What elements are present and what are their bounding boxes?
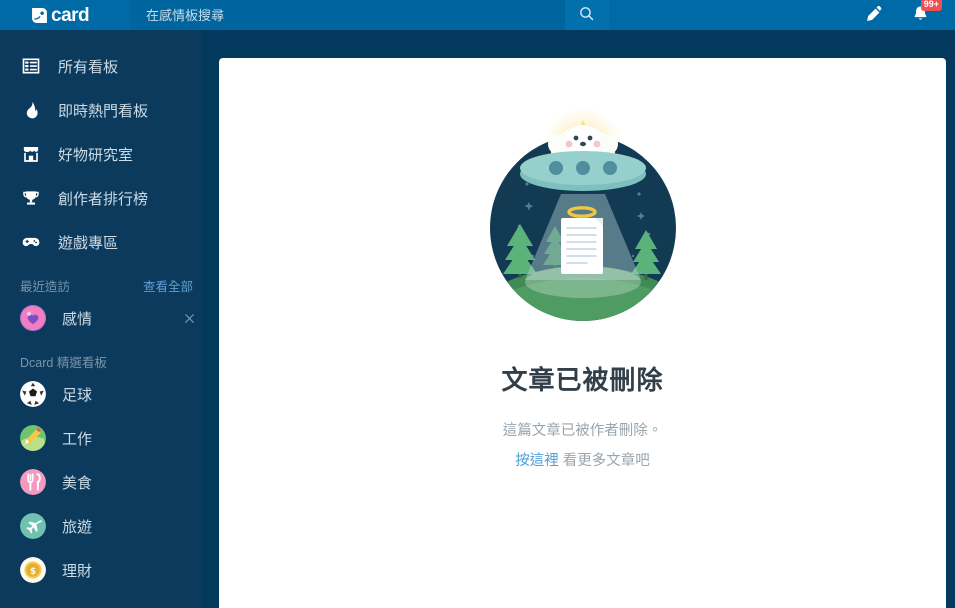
sidebar-scroll-area[interactable]: 所有看板 即時熱門看板 好物研究室 創作者排行榜 遊戲專區 最近造訪 查看全部 … [0,30,203,608]
sidebar-board-label: 感情 [62,310,93,328]
empty-cta-suffix: 看更多文章吧 [558,453,650,469]
sidebar-board-relationship[interactable]: 感情 [0,296,203,340]
logo-home-link[interactable]: card [0,0,130,30]
main-content-panel: 文章已被刪除 這篇文章已被作者刪除。 按這裡 看更多文章吧 [219,58,946,608]
gamepad-icon [20,231,42,253]
featured-section-header: Dcard 精選看板 [0,340,203,372]
sidebar-board-label: 足球 [62,386,93,404]
search-bar[interactable] [130,0,609,30]
dcard-logo-icon [30,6,49,25]
see-more-posts-link[interactable]: 按這裡 [515,453,559,469]
sidebar-item-all-boards[interactable]: 所有看板 [0,44,203,88]
top-header: card 99+ [0,0,955,30]
search-icon [578,5,595,25]
close-icon[interactable] [181,310,197,326]
soccer-board-icon [20,381,46,407]
sidebar-board-soccer[interactable]: 足球 [0,372,203,416]
sidebar-board-label: 旅遊 [62,518,93,536]
compose-post-button[interactable] [851,0,897,30]
ufo-abducting-document-illustration [483,106,683,326]
sidebar-board-label: 理財 [62,562,93,580]
sidebar-item-label: 創作者排行榜 [58,190,149,208]
empty-description: 這篇文章已被作者刪除。 [502,423,663,439]
recent-section-title: 最近造訪 [20,279,71,294]
notifications-button[interactable]: 99+ [897,0,943,30]
sidebar-item-creator-ranking[interactable]: 創作者排行榜 [0,176,203,220]
svg-text:$: $ [30,567,36,577]
flame-icon [20,99,42,121]
featured-section-title: Dcard 精選看板 [20,355,107,370]
sidebar-item-game-zone[interactable]: 遊戲專區 [0,220,203,264]
notification-badge: 99+ [920,0,942,11]
sidebar-board-finance[interactable]: $ 理財 [0,548,203,592]
empty-cta: 按這裡 看更多文章吧 [515,449,650,470]
recent-view-all-link[interactable]: 查看全部 [143,276,193,295]
sidebar-board-food[interactable]: 美食 [0,460,203,504]
sidebar-item-label: 即時熱門看板 [58,102,149,120]
sidebar-board-travel[interactable]: 旅遊 [0,504,203,548]
pencil-icon [865,4,884,26]
heart-board-icon [20,305,46,331]
search-input[interactable] [130,0,565,30]
sidebar-item-trending-boards[interactable]: 即時熱門看板 [0,88,203,132]
finance-board-icon: $ [20,557,46,583]
sidebar-board-label: 美食 [62,474,93,492]
food-board-icon [20,469,46,495]
recent-section-header: 最近造訪 查看全部 [0,264,203,296]
sidebar-item-label: 遊戲專區 [58,234,119,252]
logo-text: card [51,4,90,26]
sidebar-item-label: 好物研究室 [58,146,134,164]
store-icon [20,143,42,165]
work-board-icon [20,425,46,451]
search-button[interactable] [564,0,609,30]
sidebar-board-work[interactable]: 工作 [0,416,203,460]
travel-board-icon [20,513,46,539]
sidebar: 所有看板 即時熱門看板 好物研究室 創作者排行榜 遊戲專區 最近造訪 查看全部 … [0,30,203,608]
board-list-icon [20,55,42,77]
sidebar-item-label: 所有看板 [58,58,119,76]
sidebar-board-label: 工作 [62,430,93,448]
post-deleted-empty-state: 文章已被刪除 這篇文章已被作者刪除。 按這裡 看更多文章吧 [219,58,946,470]
trophy-icon [20,187,42,209]
sidebar-item-shopping-lab[interactable]: 好物研究室 [0,132,203,176]
page-title: 文章已被刪除 [501,365,664,395]
